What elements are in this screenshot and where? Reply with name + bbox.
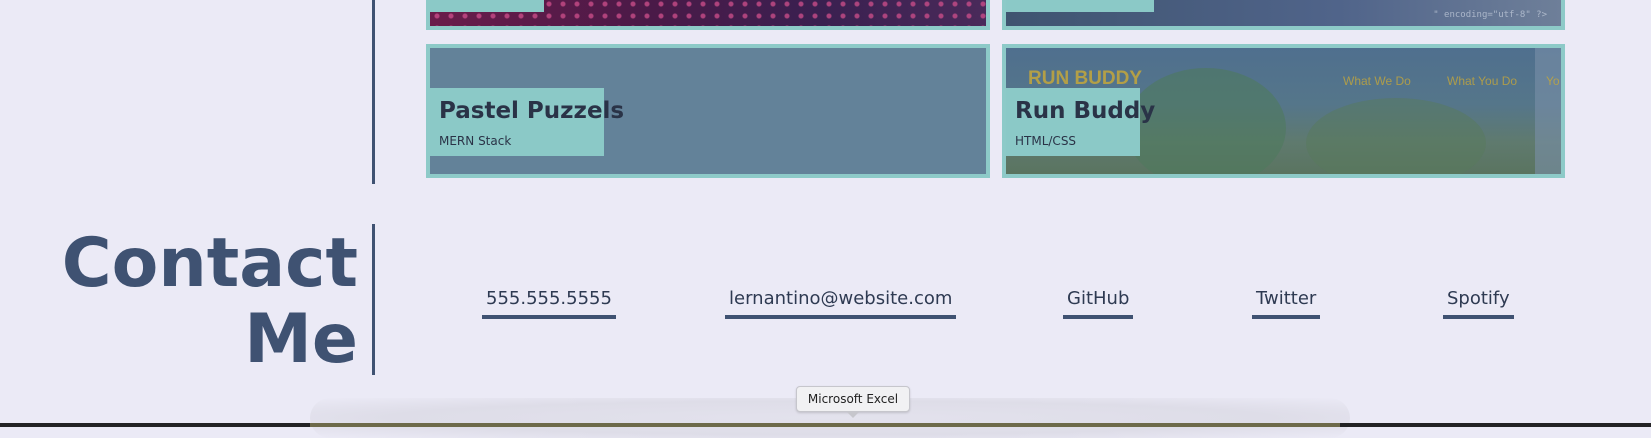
project-image-tree <box>1306 98 1486 174</box>
project-card-top-left[interactable] <box>426 0 990 30</box>
project-image-screen <box>1535 48 1561 174</box>
project-image-nav-item: Yo <box>1546 74 1560 88</box>
project-caption: Pastel Puzzels MERN Stack <box>430 88 625 156</box>
contact-heading: Contact Me <box>62 226 358 378</box>
project-caption <box>1006 0 1154 12</box>
dock-highlight <box>310 423 1340 427</box>
contact-link-github[interactable]: GitHub <box>1063 288 1134 319</box>
project-caption <box>430 0 544 12</box>
project-card-pastel-puzzels[interactable]: Pastel Puzzels MERN Stack <box>426 44 990 178</box>
project-title: Pastel Puzzels <box>439 98 625 124</box>
contact-heading-line: Me <box>244 300 358 379</box>
dock <box>0 423 1651 427</box>
project-caption: Run Buddy HTML/CSS <box>1006 88 1156 156</box>
project-stack: HTML/CSS <box>1015 134 1077 148</box>
project-image-nav-item: What You Do <box>1447 74 1518 88</box>
section-divider-contact <box>372 224 375 375</box>
project-card-top-right[interactable]: " encoding="utf-8" ?> <box>1002 0 1565 30</box>
project-image-code: " encoding="utf-8" ?> <box>1433 10 1547 20</box>
contact-link-email[interactable]: lernantino@website.com <box>725 288 957 319</box>
project-title: Run Buddy <box>1015 98 1156 124</box>
project-image-brand: RUN BUDDY <box>1028 68 1142 89</box>
contact-link-phone[interactable]: 555.555.5555 <box>482 288 616 319</box>
project-stack: MERN Stack <box>439 134 512 148</box>
section-divider-top <box>372 0 375 184</box>
project-image-nav-item: What We Do <box>1343 74 1411 88</box>
dock-tooltip: Microsoft Excel <box>796 386 910 418</box>
contact-link-twitter[interactable]: Twitter <box>1252 288 1321 319</box>
contact-link-spotify[interactable]: Spotify <box>1443 288 1514 319</box>
contact-heading-line: Contact <box>61 224 358 303</box>
project-card-run-buddy[interactable]: RUN BUDDY What We Do What You Do Yo Run … <box>1002 44 1565 178</box>
